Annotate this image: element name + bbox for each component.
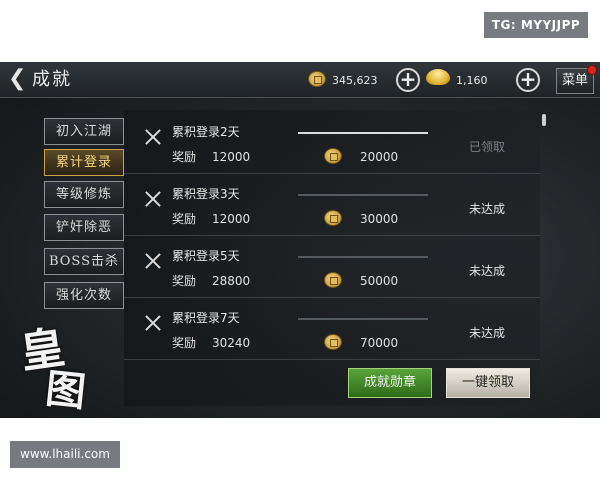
page-title: 成就 — [32, 69, 72, 90]
game-screen: ❮ 成就 345,623 + 1,160 + 菜单 初入江湖 累计登录 等级修炼… — [0, 62, 600, 418]
tab-boss-ji-sha[interactable]: BOSS击杀 — [44, 248, 124, 275]
list-scrollbar[interactable] — [542, 114, 546, 126]
chevron-left-icon: ❮ — [8, 66, 27, 91]
reward-money: 50000 — [360, 274, 399, 288]
achievement-row: 累积登录5天 奖励 28800 50000 未达成 — [124, 236, 540, 298]
achievement-title: 累积登录2天 — [172, 125, 240, 139]
progress-bar — [298, 132, 428, 134]
add-gold-button[interactable]: + — [516, 68, 540, 92]
tab-lei-ji-deng-lu[interactable]: 累计登录 — [44, 149, 124, 176]
watermark-bottom: www.lhaili.com — [10, 441, 120, 468]
reward-label: 奖励 — [172, 150, 197, 164]
copper-coin-icon — [324, 210, 342, 226]
reward-money: 20000 — [360, 150, 399, 164]
copper-coin-icon — [324, 334, 342, 350]
status-not-achieved: 未达成 — [468, 202, 505, 216]
reward-label: 奖励 — [172, 336, 197, 350]
status-claimed: 已领取 — [468, 140, 505, 154]
crossed-swords-icon — [144, 128, 162, 146]
crossed-swords-icon — [144, 190, 162, 208]
progress-bar — [298, 318, 428, 320]
achievement-row: 累积登录3天 奖励 12000 30000 未达成 — [124, 174, 540, 236]
copper-coin-icon — [324, 148, 342, 164]
progress-bar — [298, 256, 428, 258]
game-logo: 皇 图 — [14, 312, 100, 416]
reward-value: 28800 — [212, 274, 251, 288]
achievement-title: 累积登录5天 — [172, 249, 240, 263]
reward-value: 30240 — [212, 336, 251, 350]
reward-money: 70000 — [360, 336, 399, 350]
status-not-achieved: 未达成 — [468, 326, 505, 340]
plus-icon: + — [519, 67, 537, 91]
reward-money: 30000 — [360, 212, 399, 226]
achievement-row: 累积登录2天 奖励 12000 20000 已领取 — [124, 112, 540, 174]
back-button[interactable]: ❮ — [8, 68, 28, 92]
logo-char-2: 图 — [43, 365, 88, 416]
achievement-title: 累积登录3天 — [172, 187, 240, 201]
copper-coin-icon — [308, 71, 326, 87]
reward-label: 奖励 — [172, 274, 197, 288]
crossed-swords-icon — [144, 252, 162, 270]
gold-ingot-icon — [426, 69, 450, 85]
top-bar: ❮ 成就 345,623 + 1,160 + 菜单 — [0, 62, 600, 98]
tab-deng-ji-xiu-lian[interactable]: 等级修炼 — [44, 181, 124, 208]
reward-label: 奖励 — [172, 212, 197, 226]
plus-icon: + — [399, 67, 417, 91]
copper-amount: 345,623 — [332, 74, 378, 87]
claim-all-button[interactable]: 一键领取 — [446, 368, 530, 398]
reward-value: 12000 — [212, 150, 251, 164]
watermark-top: TG: MYYJJPP — [484, 12, 588, 38]
add-copper-button[interactable]: + — [396, 68, 420, 92]
copper-coin-icon — [324, 272, 342, 288]
achievement-list: 累积登录2天 奖励 12000 20000 已领取 累积登录3天 奖励 1200… — [124, 110, 540, 406]
screenshot-page: TG: MYYJJPP ❮ 成就 345,623 + 1,160 + 菜单 初入… — [0, 0, 600, 480]
achievement-medal-button[interactable]: 成就勋章 — [348, 368, 432, 398]
achievement-row: 累积登录7天 奖励 30240 70000 未达成 — [124, 298, 540, 360]
tab-chan-jian-chu-e[interactable]: 铲奸除恶 — [44, 214, 124, 241]
progress-bar — [298, 194, 428, 196]
notification-dot — [587, 65, 597, 75]
reward-value: 12000 — [212, 212, 251, 226]
progress-bar-fill — [298, 132, 428, 134]
status-not-achieved: 未达成 — [468, 264, 505, 278]
crossed-swords-icon — [144, 314, 162, 332]
achievement-title: 累积登录7天 — [172, 311, 240, 325]
tab-chu-ru-jiang-hu[interactable]: 初入江湖 — [44, 118, 124, 145]
tab-qiang-hua-ci-shu[interactable]: 强化次数 — [44, 282, 124, 309]
gold-amount: 1,160 — [456, 74, 488, 87]
